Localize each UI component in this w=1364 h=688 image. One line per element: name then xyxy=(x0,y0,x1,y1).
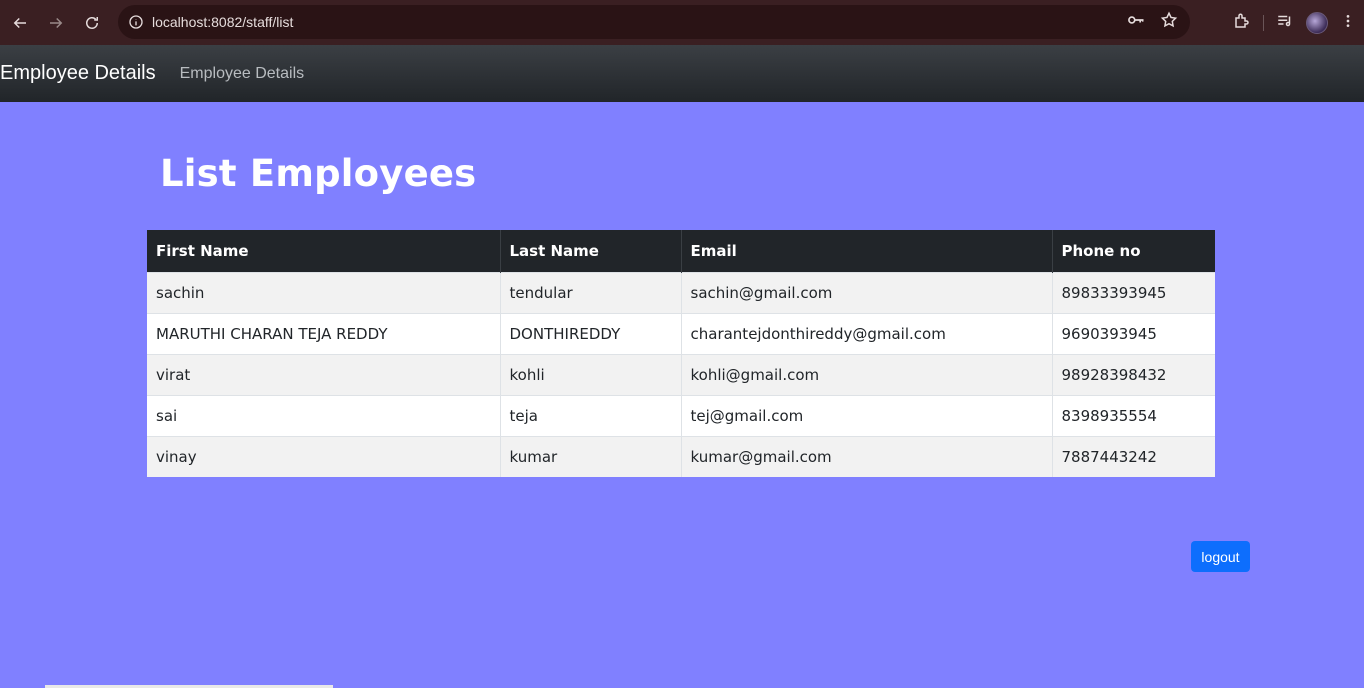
toolbar-divider xyxy=(1263,15,1264,31)
cell-last-name: kohli xyxy=(500,353,682,395)
cell-email: tej@gmail.com xyxy=(681,394,1053,436)
cell-first-name: virat xyxy=(147,353,501,395)
cell-last-name: teja xyxy=(500,394,682,436)
address-bar[interactable]: localhost:8082/staff/list xyxy=(118,5,1190,39)
cell-email: sachin@gmail.com xyxy=(681,271,1053,313)
navbar-brand[interactable]: Employee Details xyxy=(0,62,156,85)
cell-first-name: sai xyxy=(147,394,501,436)
password-key-icon[interactable] xyxy=(1126,10,1146,34)
address-bar-url[interactable]: localhost:8082/staff/list xyxy=(152,14,293,30)
cell-last-name: tendular xyxy=(500,271,682,313)
cell-email: charantejdonthireddy@gmail.com xyxy=(681,312,1053,354)
forward-arrow-icon[interactable] xyxy=(38,5,74,41)
cell-last-name: DONTHIREDDY xyxy=(500,312,682,354)
bookmark-star-icon[interactable] xyxy=(1160,11,1178,33)
table-row: vinay kumar kumar@gmail.com 7887443242 xyxy=(147,435,1215,477)
table-header-row: First Name Last Name Email Phone no xyxy=(147,230,1215,272)
reload-icon[interactable] xyxy=(74,5,110,41)
cell-first-name: MARUTHI CHARAN TEJA REDDY xyxy=(147,312,501,354)
profile-avatar[interactable] xyxy=(1306,12,1328,34)
media-queue-icon[interactable] xyxy=(1276,12,1294,34)
column-header-phone: Phone no xyxy=(1052,230,1215,272)
table-row: sai teja tej@gmail.com 8398935554 xyxy=(147,394,1215,436)
back-arrow-icon[interactable] xyxy=(2,5,38,41)
more-menu-icon[interactable] xyxy=(1340,12,1356,34)
cell-phone: 8398935554 xyxy=(1052,394,1215,436)
app-navbar: Employee Details Employee Details xyxy=(0,45,1364,102)
browser-toolbar: localhost:8082/staff/list xyxy=(0,0,1364,45)
table-row: MARUTHI CHARAN TEJA REDDY DONTHIREDDY ch… xyxy=(147,312,1215,354)
cell-phone: 89833393945 xyxy=(1052,271,1215,313)
cell-phone: 9690393945 xyxy=(1052,312,1215,354)
column-header-email: Email xyxy=(681,230,1053,272)
column-header-first-name: First Name xyxy=(147,230,501,272)
employees-table: First Name Last Name Email Phone no sach… xyxy=(147,230,1215,477)
extensions-puzzle-icon[interactable] xyxy=(1233,12,1251,34)
nav-link-employee-details[interactable]: Employee Details xyxy=(180,65,305,83)
logout-button[interactable]: logout xyxy=(1191,541,1250,572)
cell-first-name: vinay xyxy=(147,435,501,477)
table-row: virat kohli kohli@gmail.com 98928398432 xyxy=(147,353,1215,395)
page-title: List Employees xyxy=(160,152,477,195)
cell-last-name: kumar xyxy=(500,435,682,477)
site-info-icon[interactable] xyxy=(120,14,152,30)
cell-phone: 7887443242 xyxy=(1052,435,1215,477)
cell-email: kohli@gmail.com xyxy=(681,353,1053,395)
cell-first-name: sachin xyxy=(147,271,501,313)
cell-phone: 98928398432 xyxy=(1052,353,1215,395)
column-header-last-name: Last Name xyxy=(500,230,682,272)
cell-email: kumar@gmail.com xyxy=(681,435,1053,477)
table-row: sachin tendular sachin@gmail.com 8983339… xyxy=(147,271,1215,313)
